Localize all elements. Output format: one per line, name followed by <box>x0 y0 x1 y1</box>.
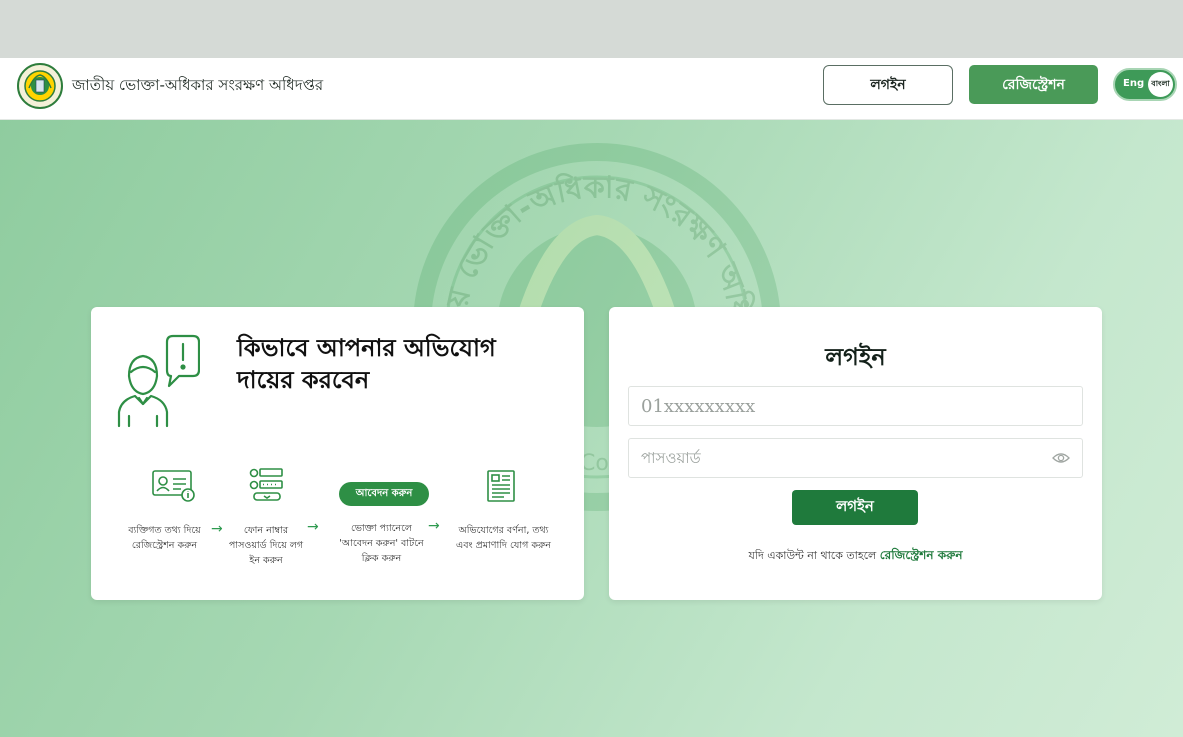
password-form-icon <box>249 468 283 501</box>
header-register-button[interactable]: রেজিস্ট্রেশন <box>969 65 1098 104</box>
person-complaint-icon <box>117 334 200 428</box>
document-icon <box>487 470 515 502</box>
step-2-text: ফোন নাম্বার পাসওয়ার্ড দিয়ে লগ ইন করুন <box>228 525 304 566</box>
eye-icon[interactable] <box>1052 451 1070 465</box>
login-card: লগইন লগইন যদি একাউন্ট না থাকে তাহলে রেজি… <box>609 307 1102 600</box>
how-to-complain-card: কিভাবে আপনার অভিযোগ দায়ের করবেন আবেদন ক… <box>91 307 584 600</box>
id-card-icon <box>152 470 195 502</box>
login-title: লগইন <box>825 343 886 371</box>
phone-input[interactable] <box>629 387 1029 425</box>
password-field-wrapper <box>628 438 1083 478</box>
site-header: জাতীয় ভোক্তা-অধিকার সংরক্ষণ অধিদপ্তর লগ… <box>0 58 1183 120</box>
register-link[interactable]: রেজিস্ট্রেশন করুন <box>880 548 963 562</box>
lang-bangla-knob: বাংলা <box>1148 72 1173 97</box>
step-1-text: ব্যক্তিগত তথ্য দিয়ে রেজিস্ট্রেশন করুন <box>128 525 201 551</box>
step-4-text: অভিযোগের বর্ণনা, তথ্য এবং প্রমাণাদি যোগ … <box>456 525 551 551</box>
lang-eng-label: Eng <box>1123 78 1145 89</box>
register-note-text: যদি একাউন্ট না থাকে তাহলে <box>748 549 877 562</box>
apply-pill-button[interactable]: আবেদন করুন <box>339 482 429 506</box>
dncrp-logo[interactable] <box>16 62 64 110</box>
login-submit-button[interactable]: লগইন <box>792 490 918 525</box>
password-input[interactable] <box>629 439 1029 477</box>
header-login-button[interactable]: লগইন <box>823 65 953 105</box>
browser-top-strip <box>0 0 1183 58</box>
how-to-title: কিভাবে আপনার অভিযোগ দায়ের করবেন <box>237 334 496 394</box>
phone-field-wrapper <box>628 386 1083 426</box>
step-3-text: ভোক্তা প্যানেলে 'আবেদন করুন' বাটনে ক্লিক… <box>339 523 424 564</box>
register-note: যদি একাউন্ট না থাকে তাহলে রেজিস্ট্রেশন ক… <box>609 547 1102 567</box>
language-toggle[interactable]: Eng বাংলা <box>1113 68 1177 101</box>
site-title[interactable]: জাতীয় ভোক্তা-অধিকার সংরক্ষণ অধিদপ্তর <box>72 74 323 99</box>
hero-section: জাতীয় ভোক্তা-অধিকার সংরক্ষণ অধিদপ্তর Co… <box>0 120 1183 737</box>
